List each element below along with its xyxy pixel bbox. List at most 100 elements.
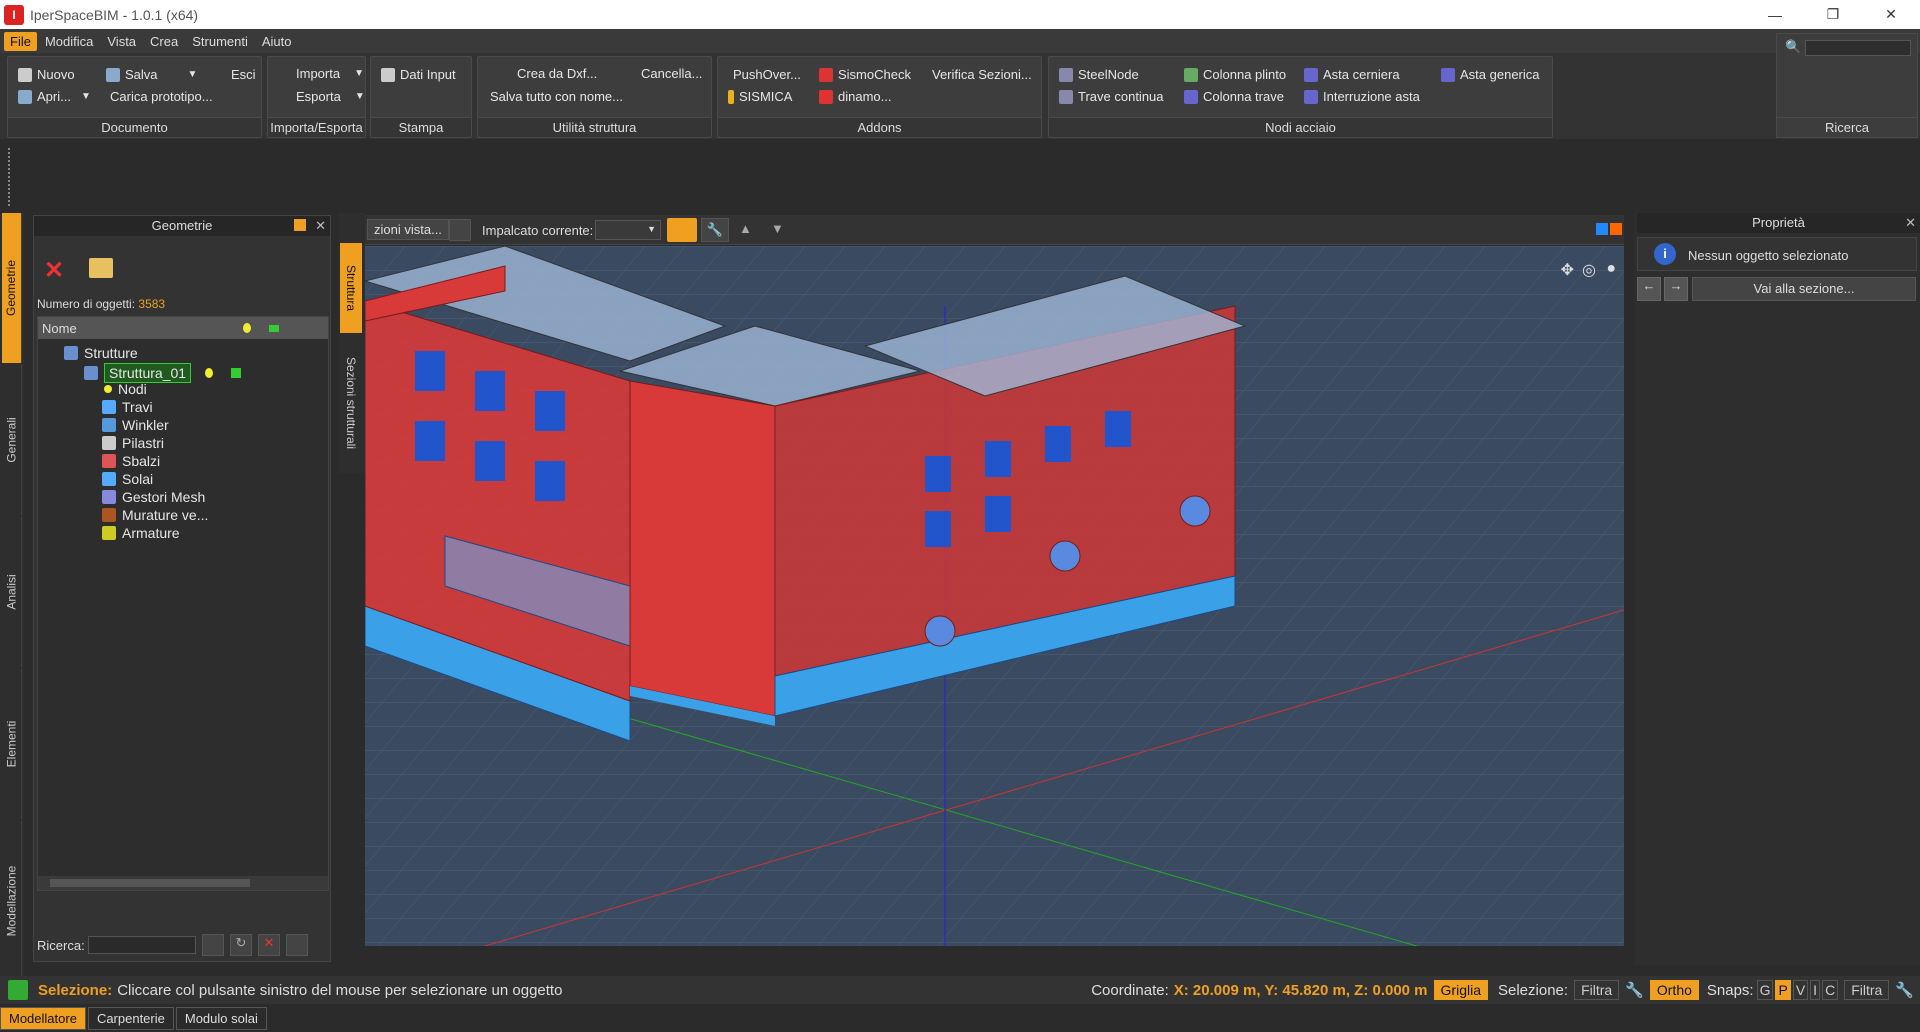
arrow-up-icon[interactable]: [8, 980, 28, 1000]
filtra-button[interactable]: Filtra: [1574, 980, 1620, 1000]
tree-node-winkler[interactable]: Winkler: [102, 417, 169, 433]
cancella-button[interactable]: Cancella...: [641, 66, 702, 81]
tab-modellazione[interactable]: Modellazione: [2, 821, 22, 981]
tree-node-struttura-01[interactable]: Struttura_01: [84, 363, 242, 383]
column-beam-icon: [1184, 89, 1198, 104]
steelnode-button[interactable]: SteelNode: [1059, 67, 1139, 82]
delete-icon[interactable]: ✕: [44, 256, 64, 285]
close-window-button[interactable]: ✕: [1862, 0, 1920, 29]
tab-modulo-solai[interactable]: Modulo solai: [175, 1006, 267, 1030]
tree-node-strutture[interactable]: Strutture: [64, 345, 138, 361]
esporta-button[interactable]: Esporta ▼: [296, 89, 365, 104]
tree-node-sbalzi[interactable]: Sbalzi: [102, 453, 160, 469]
tab-geometrie[interactable]: Geometrie: [2, 213, 22, 363]
pushover-button[interactable]: PushOver...: [733, 67, 801, 82]
visible-bulb-icon[interactable]: [205, 368, 214, 378]
scrollbar-thumb[interactable]: [50, 879, 250, 887]
tree-search-input[interactable]: [88, 936, 196, 954]
asta-generica-button[interactable]: Asta generica: [1441, 67, 1540, 82]
dinamo-button[interactable]: dinamo...: [819, 89, 891, 104]
ribbon-search-input[interactable]: [1805, 40, 1911, 56]
crea-dxf-button[interactable]: Crea da Dxf...: [517, 66, 597, 81]
orbit-icon[interactable]: ◎: [1582, 260, 1596, 280]
ortho-toggle[interactable]: Ortho: [1649, 980, 1699, 1000]
tab-sezioni-strutturali[interactable]: Sezioni strutturali: [340, 338, 362, 468]
esci-button[interactable]: Esci: [231, 67, 256, 82]
tab-generali[interactable]: Generali: [2, 365, 22, 515]
menu-vista[interactable]: Vista: [101, 32, 142, 51]
apri-button[interactable]: Apri... ▼: [18, 89, 91, 104]
tree-node-gestori-mesh[interactable]: Gestori Mesh: [102, 489, 205, 505]
menu-crea[interactable]: Crea: [144, 32, 184, 51]
filter-button[interactable]: [202, 934, 224, 956]
tab-elementi[interactable]: Elementi: [2, 669, 22, 819]
trave-continua-button[interactable]: Trave continua: [1059, 89, 1164, 104]
view-options-button[interactable]: [449, 219, 471, 241]
tab-carpenterie[interactable]: Carpenterie: [87, 1006, 174, 1030]
snap-v[interactable]: V: [1792, 980, 1809, 1000]
dati-input-button[interactable]: Dati Input: [381, 67, 456, 82]
asta-cerniera-button[interactable]: Asta cerniera: [1304, 67, 1400, 82]
sismica-button[interactable]: SISMICA: [728, 89, 792, 104]
refresh-icon[interactable]: ↻: [230, 934, 252, 956]
close-icon[interactable]: ✕: [315, 216, 326, 236]
colonna-plinto-button[interactable]: Colonna plinto: [1184, 67, 1286, 82]
tab-analisi[interactable]: Analisi: [2, 517, 22, 667]
wrench-icon[interactable]: 🔧: [1895, 981, 1914, 999]
arrow-down-icon[interactable]: ▼: [771, 221, 784, 236]
impalcato-select[interactable]: ▼: [595, 220, 661, 240]
pin-icon[interactable]: [294, 219, 306, 231]
tree-node-pilastri[interactable]: Pilastri: [102, 435, 164, 451]
ribbon: Nuovo Salva ▼ Esci Apri... ▼ Carica protot…: [0, 53, 1920, 139]
menu-file[interactable]: File: [4, 31, 37, 51]
carica-prototipo-button[interactable]: Carica prototipo...: [110, 89, 213, 104]
menu-modifica[interactable]: Modifica: [39, 32, 99, 51]
zoom-icon[interactable]: ●: [1606, 260, 1616, 278]
unlock-icon[interactable]: [231, 368, 242, 378]
sismocheck-button[interactable]: SismoCheck: [819, 67, 911, 82]
nuovo-button[interactable]: Nuovo: [18, 67, 75, 82]
restore-button[interactable]: ❐: [1804, 0, 1862, 29]
horizontal-scrollbar[interactable]: [38, 876, 328, 890]
interruzione-asta-button[interactable]: Interruzione asta: [1304, 89, 1420, 104]
tab-struttura[interactable]: Struttura: [340, 243, 362, 333]
vai-alla-sezione-select[interactable]: Vai alla sezione...: [1692, 277, 1916, 301]
tab-modellatore[interactable]: Modellatore: [0, 1006, 86, 1030]
colonna-trave-button[interactable]: Colonna trave: [1184, 89, 1284, 104]
toolbar-grip[interactable]: [8, 148, 11, 206]
snap-p[interactable]: P: [1775, 980, 1791, 1000]
close-icon[interactable]: ✕: [1905, 213, 1916, 233]
menu-strumenti[interactable]: Strumenti: [186, 32, 254, 51]
snap-c[interactable]: C: [1822, 980, 1839, 1000]
snap-g[interactable]: G: [1756, 980, 1774, 1000]
tree-node-murature[interactable]: Murature ve...: [102, 507, 208, 523]
pan-icon[interactable]: ✥: [1561, 260, 1574, 280]
arrow-up-icon[interactable]: ▲: [739, 221, 752, 236]
menu-aiuto[interactable]: Aiuto: [256, 32, 298, 51]
window: [415, 351, 445, 391]
importa-button[interactable]: Importa ▼: [296, 66, 364, 81]
minimize-button[interactable]: —: [1746, 0, 1804, 29]
lock-floor-button[interactable]: [667, 218, 697, 242]
wrench-icon[interactable]: 🔧: [701, 218, 729, 242]
snap-filtra-button[interactable]: Filtra: [1844, 980, 1890, 1000]
forward-arrow-icon[interactable]: →: [1664, 277, 1688, 301]
close-view-icon[interactable]: [1610, 223, 1622, 235]
snap-i[interactable]: I: [1810, 980, 1821, 1000]
3d-viewport[interactable]: +Z ✥ ◎ ●: [365, 246, 1624, 946]
verifica-sezioni-button[interactable]: Verifica Sezioni...: [932, 67, 1032, 82]
clear-search-icon[interactable]: ✕: [258, 934, 280, 956]
tree-node-solai[interactable]: Solai: [102, 471, 153, 487]
folder-icon[interactable]: [89, 258, 113, 278]
back-arrow-icon[interactable]: ←: [1637, 277, 1661, 301]
tree-node-armature[interactable]: Armature: [102, 525, 180, 541]
tree-node-nodi[interactable]: Nodi: [104, 381, 147, 397]
wrench-icon[interactable]: 🔧: [1625, 981, 1644, 999]
salva-button[interactable]: Salva ▼: [106, 67, 197, 82]
salva-tutto-button[interactable]: Salva tutto con nome...: [490, 89, 623, 104]
maximize-view-icon[interactable]: [1596, 223, 1608, 235]
expand-icon[interactable]: [286, 934, 308, 956]
tree-node-travi[interactable]: Travi: [102, 399, 153, 415]
griglia-toggle[interactable]: Griglia: [1433, 980, 1488, 1000]
sezioni-vista-button[interactable]: zioni vista...: [367, 219, 449, 240]
